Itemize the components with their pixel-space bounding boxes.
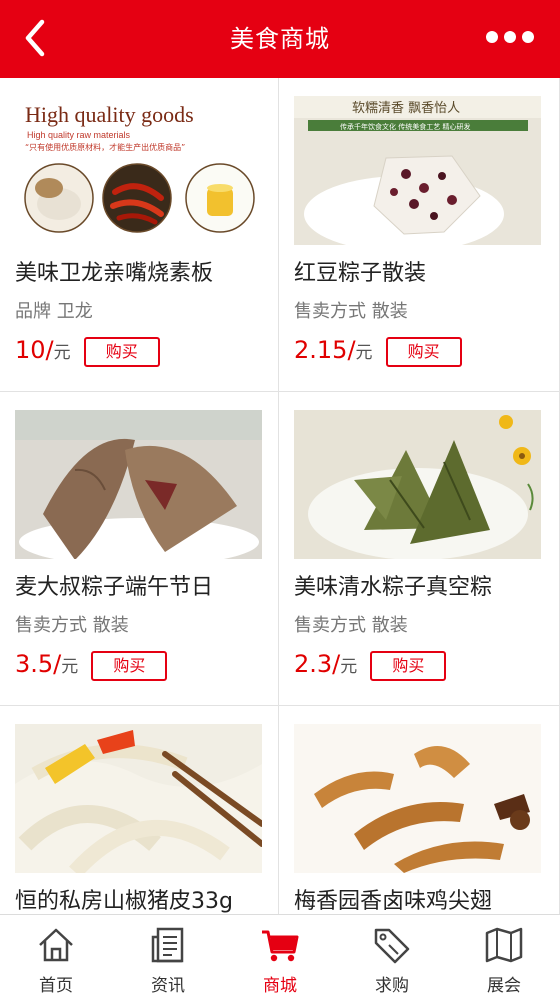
product-card[interactable]: 软糯清香 飘香怡人 传承千年饮食文化 传统美食工艺 精心研发 红豆粽子散装 售卖…	[279, 78, 560, 392]
nav-label: 展会	[487, 976, 521, 996]
nav-label: 资讯	[151, 976, 185, 996]
price-value: 2.15/	[294, 336, 356, 364]
product-card[interactable]: 美味清水粽子真空粽 售卖方式 散装 2.3/元 购买	[279, 392, 560, 706]
news-icon	[151, 927, 184, 963]
product-name: 恒的私房山椒猪皮33g	[15, 889, 233, 914]
nav-label: 求购	[375, 976, 409, 996]
product-attribute: 售卖方式 散装	[294, 615, 408, 636]
nav-item-expo[interactable]: 展会	[448, 915, 560, 999]
nav-label: 商城	[263, 976, 297, 996]
product-image	[294, 724, 541, 873]
product-price: 2.3/元 购买	[294, 646, 447, 682]
nav-item-news[interactable]: 资讯	[112, 915, 224, 999]
price-value: 10/	[15, 336, 54, 364]
nav-item-purchase[interactable]: 求购	[336, 915, 448, 999]
product-price: 10/元 购买	[15, 332, 160, 368]
product-image: 软糯清香 飘香怡人 传承千年饮食文化 传统美食工艺 精心研发	[294, 96, 541, 245]
price-unit: 元	[53, 343, 71, 363]
product-image	[15, 724, 262, 873]
price-unit: 元	[355, 343, 373, 363]
buy-button[interactable]: 购买	[370, 650, 447, 681]
nav-item-mall[interactable]: 商城	[224, 915, 336, 999]
more-dots-icon	[486, 31, 498, 43]
cart-icon	[262, 930, 299, 962]
image-headline: 软糯清香 飘香怡人	[352, 101, 460, 116]
price-value: 2.3/	[294, 650, 341, 678]
product-name: 麦大叔粽子端午节日	[15, 575, 214, 600]
top-bar: 美食商城	[0, 0, 560, 78]
product-image: High quality goods High quality raw mate…	[15, 96, 262, 245]
product-attribute: 售卖方式 散装	[294, 301, 408, 322]
product-price: 2.15/元 购买	[294, 332, 462, 368]
image-slogan: “只有使用优质原材料，才能生产出优质商品”	[25, 142, 185, 152]
product-name: 美味清水粽子真空粽	[294, 575, 493, 600]
price-unit: 元	[340, 657, 358, 677]
image-subline: 传承千年饮食文化 传统美食工艺 精心研发	[340, 122, 470, 131]
map-icon	[485, 927, 523, 963]
bottom-nav: 首页 资讯 商城 求购 展会	[0, 914, 560, 999]
product-card[interactable]: 麦大叔粽子端午节日 售卖方式 散装 3.5/元 购买	[0, 392, 279, 706]
product-grid: High quality goods High quality raw mate…	[0, 78, 560, 914]
product-name: 梅香园香卤味鸡尖翅	[294, 889, 493, 914]
product-image	[15, 410, 262, 559]
product-attribute: 品牌 卫龙	[15, 301, 93, 322]
more-menu-button[interactable]	[486, 28, 542, 48]
product-card[interactable]: 恒的私房山椒猪皮33g	[0, 706, 279, 914]
product-name: 红豆粽子散装	[294, 261, 427, 286]
nav-label: 首页	[39, 976, 73, 996]
product-card[interactable]: High quality goods High quality raw mate…	[0, 78, 279, 392]
image-headline: High quality goods	[25, 102, 194, 127]
product-price: 3.5/元 购买	[15, 646, 168, 682]
product-name: 美味卫龙亲嘴烧素板	[15, 261, 214, 286]
page-title: 美食商城	[230, 25, 330, 53]
buy-button[interactable]: 购买	[91, 650, 168, 681]
product-card[interactable]: 梅香园香卤味鸡尖翅	[279, 706, 560, 914]
image-subline: High quality raw materials	[27, 130, 131, 140]
product-image	[294, 410, 541, 559]
price-unit: 元	[61, 657, 79, 677]
nav-item-home[interactable]: 首页	[0, 915, 112, 999]
price-value: 3.5/	[15, 650, 62, 678]
buy-button[interactable]: 购买	[385, 336, 462, 367]
home-icon	[39, 928, 73, 962]
product-attribute: 售卖方式 散装	[15, 615, 129, 636]
buy-button[interactable]: 购买	[83, 336, 160, 367]
tag-icon	[374, 928, 410, 964]
